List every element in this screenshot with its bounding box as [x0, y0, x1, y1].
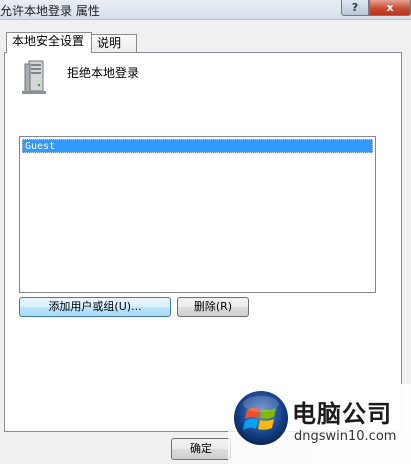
members-listbox[interactable]: Guest: [19, 136, 376, 293]
watermark-url: dngswin10.com: [294, 429, 397, 444]
tab-local-security-setting[interactable]: 本地安全设置: [6, 32, 92, 53]
server-icon: [22, 60, 46, 94]
tab-explain[interactable]: 说明: [91, 34, 137, 53]
policy-name: 拒绝本地登录: [67, 66, 140, 80]
tab-panel: 拒绝本地登录 Guest 添加用户或组(U)... 删除(R): [4, 52, 402, 432]
window-title: 允许本地登录 属性: [0, 4, 100, 18]
remove-button[interactable]: 删除(R): [177, 297, 249, 317]
site-watermark: 电脑公司 dngswin10.com: [228, 384, 411, 464]
list-item[interactable]: Guest: [22, 139, 373, 153]
windows-logo-icon: [234, 391, 288, 445]
ok-button[interactable]: 确定: [171, 438, 231, 460]
add-user-or-group-button[interactable]: 添加用户或组(U)...: [19, 297, 171, 317]
watermark-brand: 电脑公司: [292, 400, 392, 428]
close-button[interactable]: x: [369, 0, 411, 16]
help-button[interactable]: ?: [341, 0, 369, 16]
title-bar[interactable]: 允许本地登录 属性 ? x: [0, 0, 411, 20]
